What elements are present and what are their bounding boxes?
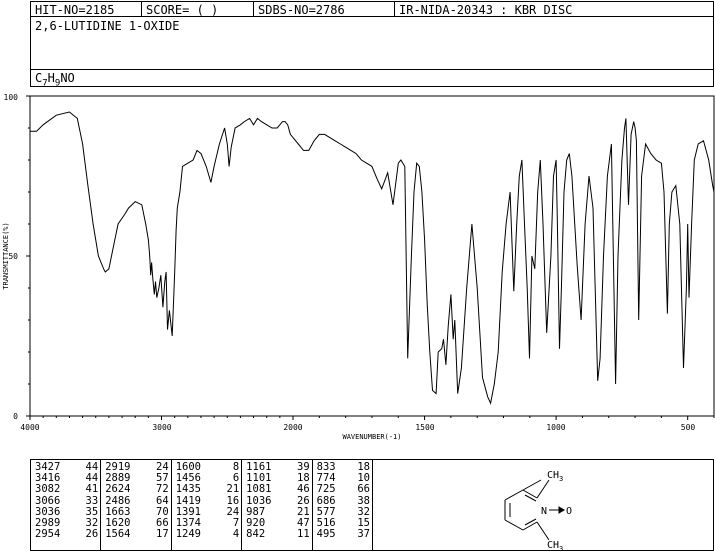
peak-transmittance: 11 — [297, 528, 310, 541]
peak-column: 1600 8 1456 6 1435 21 1419 16 1391 24 1374 7 1249 4 — [171, 460, 243, 550]
peak-transmittance: 26 — [85, 528, 99, 541]
peak-column: 833 18 774 10 725 66 686 38 577 32 516 15 495 37 — [312, 460, 372, 550]
peak-transmittance: 4 — [232, 528, 240, 541]
structure-o-label: O — [566, 506, 572, 517]
peak-wavenumber: 1564 — [105, 528, 131, 541]
y-tick-0: 0 — [13, 412, 18, 421]
structure-n-label: N — [541, 506, 547, 517]
y-tick-100: 100 — [4, 93, 19, 102]
peak-wavenumber: 1249 — [175, 528, 201, 541]
peak-row: 1081 46 — [246, 484, 309, 495]
peak-wavenumber: 2624 — [105, 483, 131, 496]
peak-column: 1161 39 1101 18 1081 46 1036 26 987 21 920 47 842 11 — [241, 460, 313, 550]
peak-row: 725 66 — [317, 484, 370, 495]
x-tick-500: 500 — [681, 423, 696, 432]
peak-wavenumber: 1435 — [175, 483, 201, 496]
peak-wavenumber: 3082 — [35, 483, 61, 496]
x-tick-3000: 3000 — [152, 423, 171, 432]
peak-row: 1435 21 — [176, 484, 239, 495]
x-axis-label: WAVENUMBER(-1) — [342, 433, 401, 441]
x-tick-1500: 1500 — [415, 423, 434, 432]
peak-transmittance: 37 — [357, 528, 370, 541]
peak-wavenumber: 1081 — [246, 483, 272, 496]
molecule-structure: N O CH3 CH3 — [504, 470, 572, 553]
peak-row: 1249 4 — [176, 529, 239, 540]
y-axis-label: TRANSMITTANCE(%) — [2, 222, 10, 289]
peak-column: 3427 44 3416 44 3082 41 3066 33 3036 35 2989 32 2954… — [31, 460, 102, 550]
peak-row: 2954 26 — [35, 529, 98, 540]
peak-column: 2919 24 2889 57 2624 72 2486 64 1663 70 1620 66 1564… — [100, 460, 172, 550]
peak-table: 3427 44 3416 44 3082 41 3066 33 3036 35 2989 32 2954… — [30, 459, 373, 551]
peak-row: 1564 17 — [105, 529, 168, 540]
peak-transmittance: 21 — [226, 483, 240, 496]
structure-box: N O CH3 CH3 — [372, 459, 714, 553]
peak-row: 495 37 — [317, 529, 370, 540]
structure-bottom-group: CH3 — [547, 540, 563, 550]
peak-transmittance: 72 — [156, 483, 169, 496]
peak-transmittance: 46 — [297, 483, 310, 496]
axis-ticks — [26, 95, 715, 420]
spectrum-series-line — [30, 111, 715, 405]
peak-wavenumber: 842 — [246, 528, 266, 541]
ir-spectrum-chart: 100 50 0 4000 3000 2000 1500 1000 500 WA… — [2, 93, 715, 441]
peak-transmittance: 17 — [156, 528, 169, 541]
peak-wavenumber: 725 — [316, 483, 336, 496]
structure-top-group: CH3 — [547, 470, 563, 483]
x-tick-2000: 2000 — [283, 423, 302, 432]
peak-wavenumber: 495 — [316, 528, 336, 541]
peak-row: 842 11 — [246, 529, 309, 540]
x-tick-4000: 4000 — [20, 423, 39, 432]
peak-wavenumber: 2954 — [35, 528, 61, 541]
peak-row: 2624 72 — [105, 484, 168, 495]
x-tick-1000: 1000 — [546, 423, 565, 432]
peak-transmittance: 66 — [357, 483, 370, 496]
peak-transmittance: 41 — [85, 483, 99, 496]
peak-row: 3082 41 — [35, 484, 98, 495]
